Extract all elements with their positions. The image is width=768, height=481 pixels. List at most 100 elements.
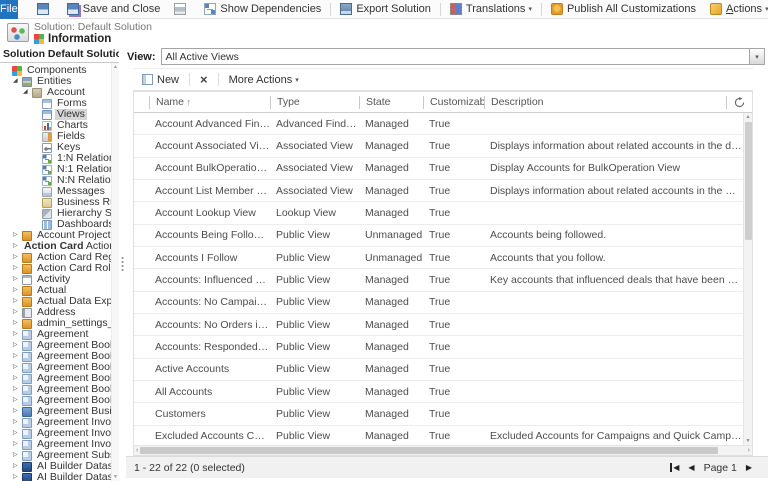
next-page-button[interactable]: ▶ <box>746 463 752 472</box>
tree-item-messages[interactable]: Messages <box>0 186 111 197</box>
tree-item-agreement-bookin[interactable]: ▷ Agreement Bookin... <box>0 362 111 373</box>
tree-item-business-rules[interactable]: Business Rules <box>0 197 111 208</box>
tree-expander-icon[interactable]: ▷ <box>13 285 22 296</box>
file-button[interactable]: File <box>0 0 18 19</box>
tree-expander-icon[interactable]: ▷ <box>13 406 22 417</box>
column-header-select[interactable] <box>134 96 149 109</box>
table-row[interactable]: Accounts: No Campaign Activit... Public V… <box>134 292 743 314</box>
tree-item-ai-builder-dataset[interactable]: ▷ AI Builder Dataset ... <box>0 472 111 481</box>
tree-item-admin-settings-en[interactable]: ▷ admin_settings_en... <box>0 318 111 329</box>
tree-item-entities[interactable]: ◢ Entities <box>0 76 111 87</box>
tree-expander-icon[interactable]: ▷ <box>13 439 22 450</box>
show-dependencies-button[interactable]: Show Dependencies <box>197 0 328 18</box>
publish-all-customizations-button[interactable]: Publish All Customizations <box>544 0 703 18</box>
column-header-state[interactable]: State <box>359 95 423 109</box>
tree-item-address[interactable]: ▷ Address <box>0 307 111 318</box>
tree-item-agreement-bookin[interactable]: ▷ Agreement Bookin... <box>0 340 111 351</box>
table-row[interactable]: Account Advanced Find View Advanced Find … <box>134 113 743 136</box>
column-header-description[interactable]: Description <box>484 95 726 109</box>
tree-expander-icon[interactable]: ▷ <box>13 263 22 274</box>
table-row[interactable]: Accounts I Follow Public View Unmanaged Tru… <box>134 247 743 270</box>
tree-expander-icon[interactable]: ▷ <box>13 241 22 252</box>
table-row[interactable]: Account Associated View Associated View Ma… <box>134 135 743 158</box>
scrollbar-thumb[interactable] <box>140 447 718 454</box>
tree-item-agreement-invoice[interactable]: ▷ Agreement Invoice... <box>0 428 111 439</box>
sidebar-scrollbar[interactable]: ▲ ▼ <box>111 63 119 481</box>
tree-item-agreement[interactable]: ▷ Agreement <box>0 329 111 340</box>
grid-horizontal-scrollbar[interactable]: ‹ › <box>134 445 752 455</box>
tree-expander-icon[interactable]: ▷ <box>13 395 22 406</box>
tree-item-ai-builder-dataset[interactable]: ▷ AI Builder Dataset <box>0 461 111 472</box>
tree-expander-icon[interactable]: ▷ <box>13 252 22 263</box>
column-header-type[interactable]: Type <box>270 95 359 109</box>
tree-item-n-1-relationsh[interactable]: N:1 Relationsh... <box>0 164 111 175</box>
scroll-up-icon[interactable]: ▲ <box>113 64 118 70</box>
first-page-button[interactable]: ◀ <box>670 463 679 472</box>
translations-button[interactable]: Translations ▾ <box>443 0 539 18</box>
tree-item-agreement-bookin[interactable]: ▷ Agreement Bookin... <box>0 351 111 362</box>
tree-item-forms[interactable]: Forms <box>0 98 111 109</box>
scroll-up-icon[interactable]: ▲ <box>746 114 751 120</box>
more-actions-button[interactable]: More Actions ▾ <box>223 69 305 90</box>
tree-item-dashboards[interactable]: Dashboards <box>0 219 111 230</box>
pane-splitter[interactable] <box>119 46 126 481</box>
tree-item-agreement-substa[interactable]: ▷ Agreement Substa... <box>0 450 111 461</box>
table-row[interactable]: Excluded Accounts Campaigns Public View Ma… <box>134 426 743 445</box>
table-row[interactable]: Active Accounts Public View Managed True <box>134 359 743 381</box>
tree-item-views[interactable]: Views <box>0 109 111 120</box>
table-row[interactable]: Accounts: No Orders in Last 6 ... Public … <box>134 314 743 337</box>
print-button[interactable] <box>167 0 197 18</box>
previous-page-button[interactable]: ◀ <box>688 463 694 472</box>
table-row[interactable]: Account Lookup View Lookup View Managed Tru… <box>134 202 743 225</box>
scroll-left-icon[interactable]: ‹ <box>136 447 138 454</box>
table-row[interactable]: Account BulkOperation View Associated Vie… <box>134 158 743 180</box>
tree-item-activity[interactable]: ▷ Activity <box>0 274 111 285</box>
tree-expander-icon[interactable]: ▷ <box>13 362 22 373</box>
tree-item-action-card-regar[interactable]: ▷ Action Card Regar... <box>0 252 111 263</box>
tree-item-charts[interactable]: Charts <box>0 120 111 131</box>
tree-expander-icon[interactable]: ▷ <box>13 329 22 340</box>
tree-item-action-card-role-s[interactable]: ▷ Action Card Role S... <box>0 263 111 274</box>
scroll-down-icon[interactable]: ▼ <box>746 438 751 444</box>
tree-item-components[interactable]: Components <box>0 65 111 76</box>
tree-expander-icon[interactable]: ▷ <box>13 373 22 384</box>
tree-item-agreement-invoice[interactable]: ▷ Agreement Invoice... <box>0 439 111 450</box>
tree-item-agreement-invoice[interactable]: ▷ Agreement Invoice... <box>0 417 111 428</box>
table-row[interactable]: Account List Member View Associated View M… <box>134 180 743 203</box>
tree-item-hierarchy-setti[interactable]: Hierarchy Setti... <box>0 208 111 219</box>
tree-item-actual-data-export[interactable]: ▷ Actual Data Export... <box>0 296 111 307</box>
column-header-name[interactable]: Name ↑ <box>149 95 270 109</box>
tree-expander-icon[interactable]: ▷ <box>13 230 22 241</box>
tree-expander-icon[interactable]: ▷ <box>13 340 22 351</box>
dropdown-arrow-icon[interactable]: ▾ <box>749 49 764 64</box>
tree-item-keys[interactable]: Keys <box>0 142 111 153</box>
refresh-button[interactable] <box>726 95 752 109</box>
tree-item-agreement-bookin[interactable]: ▷ Agreement Bookin... <box>0 373 111 384</box>
tree-expander-icon[interactable]: ▷ <box>13 274 22 285</box>
tree-item-fields[interactable]: Fields <box>0 131 111 142</box>
export-solution-button[interactable]: Export Solution <box>333 0 438 18</box>
tree-expander-icon[interactable]: ▷ <box>13 417 22 428</box>
tree-expander-icon[interactable]: ▷ <box>13 461 22 472</box>
tree-expander-icon[interactable]: ▷ <box>13 351 22 362</box>
table-row[interactable]: Accounts: Responded to Camp... Public Vie… <box>134 336 743 359</box>
table-row[interactable]: Customers Public View Managed True <box>134 403 743 426</box>
tree-item-account-project-pri[interactable]: ▷ Account Project Pri... <box>0 230 111 241</box>
new-button[interactable]: New <box>136 69 185 90</box>
actions-button[interactable]: Actions ▾ <box>703 0 768 18</box>
column-header-customizable[interactable]: Customizable... <box>423 95 484 109</box>
tree-item-1-n-relationsh[interactable]: 1:N Relationsh... <box>0 153 111 164</box>
scroll-right-icon[interactable]: › <box>748 447 750 454</box>
view-dropdown[interactable]: All Active Views ▾ <box>160 48 765 65</box>
tree-item-actual[interactable]: ▷ Actual <box>0 285 111 296</box>
tree-expander-icon[interactable]: ▷ <box>13 318 22 329</box>
tree-expander-icon[interactable]: ▷ <box>13 296 22 307</box>
delete-button[interactable]: × <box>194 69 214 90</box>
tree-item-agreement-bookin[interactable]: ▷ Agreement Bookin... <box>0 384 111 395</box>
tree-expander-icon[interactable]: ▷ <box>13 428 22 439</box>
tree-expander-icon[interactable]: ▷ <box>13 450 22 461</box>
tree-expander-icon[interactable]: ▷ <box>13 307 22 318</box>
tree-item-agreement-busine[interactable]: ▷ Agreement Busine... <box>0 406 111 417</box>
table-row[interactable]: All Accounts Public View Managed True <box>134 381 743 404</box>
grid-vertical-scrollbar[interactable]: ▲ ▼ <box>743 113 752 445</box>
